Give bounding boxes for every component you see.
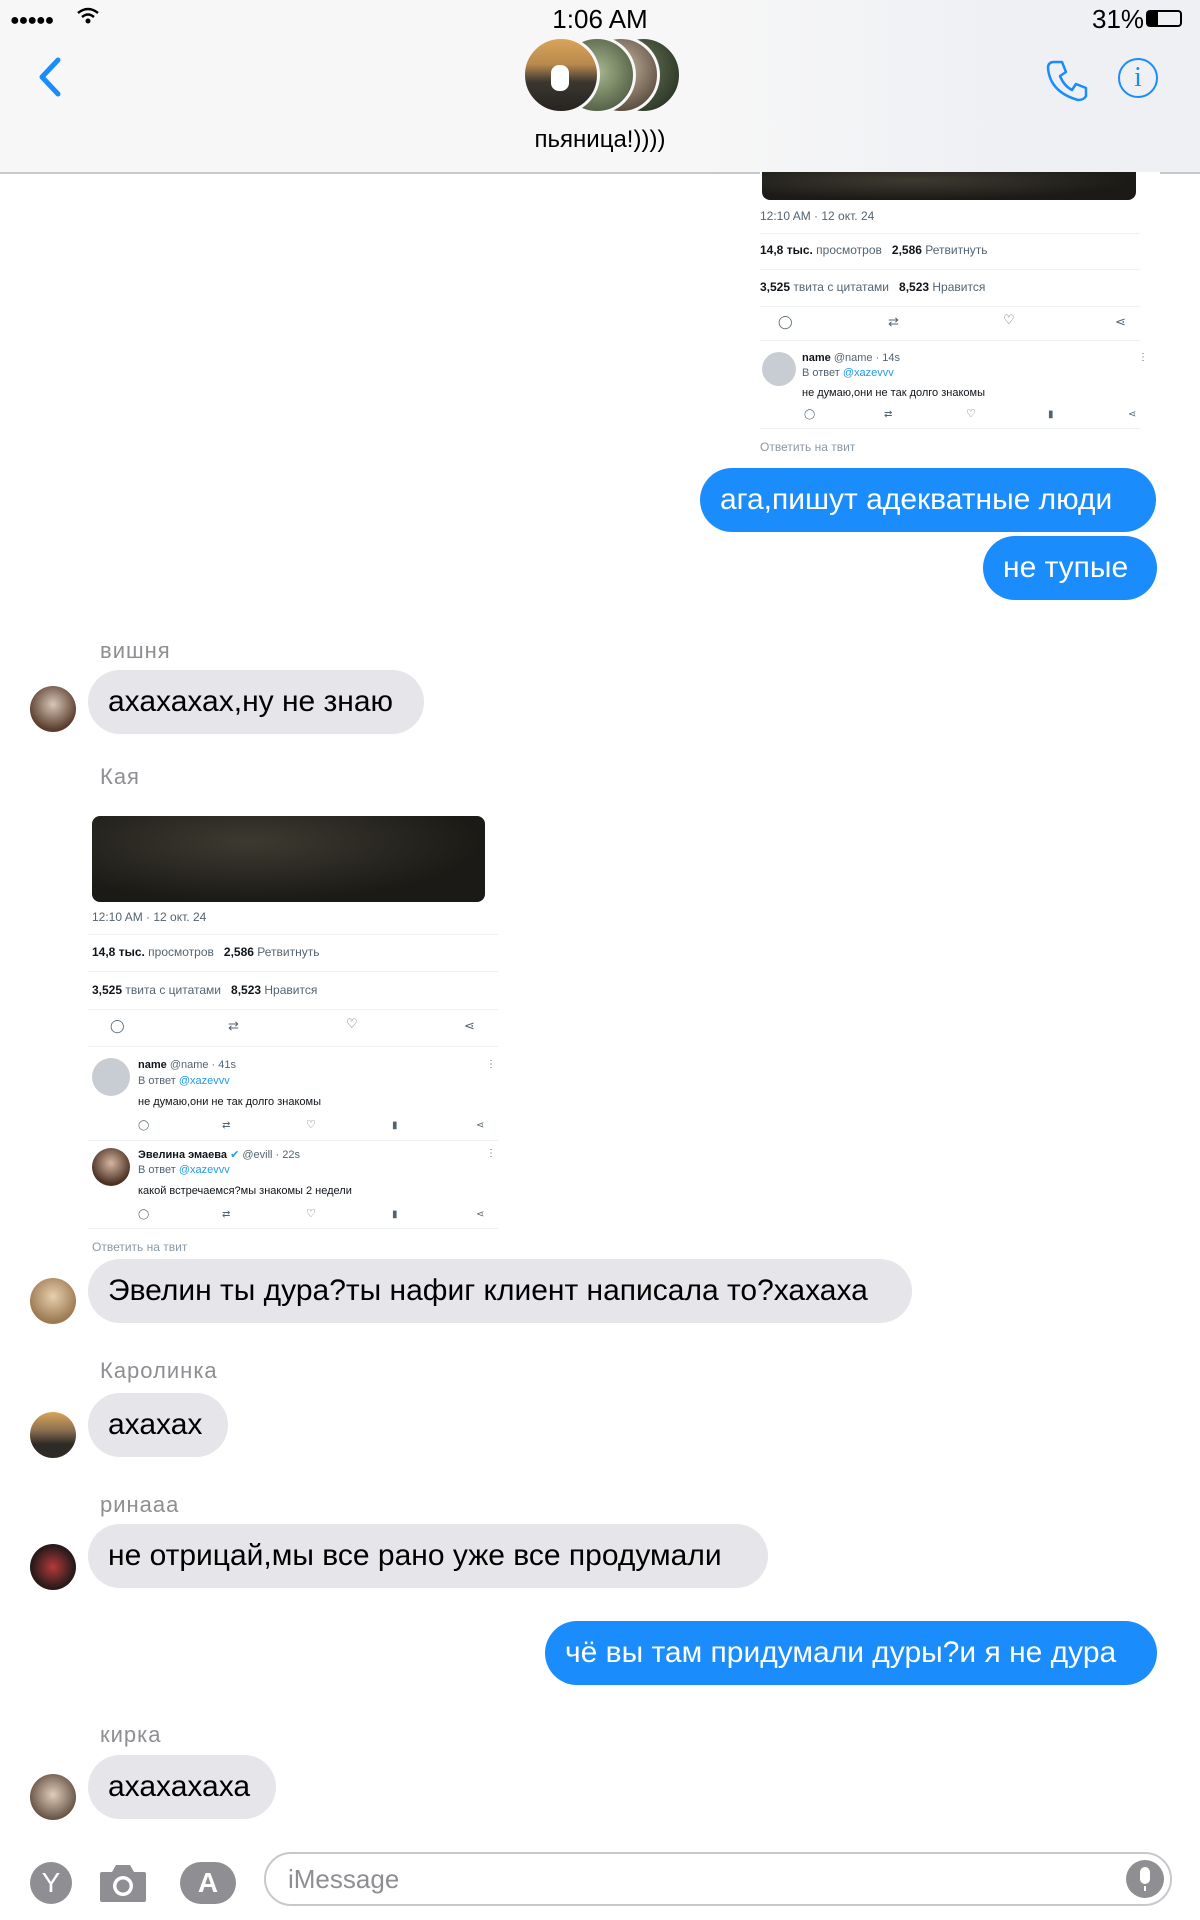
reply-header: name @name · 14s — [802, 352, 901, 364]
sender-avatar[interactable] — [30, 686, 76, 732]
views-icon: ▮ — [1048, 409, 1054, 420]
like-icon: ♡ — [306, 1119, 316, 1131]
share-icon: ⋖ — [1115, 314, 1126, 329]
camera-icon[interactable] — [98, 1862, 148, 1904]
microphone-icon[interactable] — [1126, 1860, 1164, 1898]
like-icon: ♡ — [346, 1016, 358, 1031]
tweet-image — [92, 816, 485, 902]
divider — [760, 340, 1140, 341]
like-icon: ♡ — [1003, 312, 1015, 327]
message-input-placeholder: iMessage — [288, 1864, 400, 1894]
divider — [88, 1046, 498, 1047]
avatar — [92, 1058, 130, 1096]
more-icon: ⋮ — [486, 1059, 496, 1070]
reply-prompt: Ответить на твит — [92, 1240, 188, 1254]
share-icon: ⋖ — [464, 1018, 475, 1033]
tweet-date: 12:10 AM · 12 окт. 24 — [92, 910, 207, 924]
tweet-image — [762, 172, 1136, 200]
sender-name: кирка — [100, 1722, 162, 1747]
group-name[interactable]: пьяница!)))) — [0, 126, 1200, 154]
outgoing-message[interactable]: чё вы там придумали дуры?и я не дура — [545, 1621, 1157, 1685]
divider — [88, 1009, 498, 1010]
tweet-screenshot[interactable]: 12:10 AM · 12 окт. 24 14,8 тыс. просмотр… — [88, 814, 508, 1256]
incoming-message[interactable]: ахахахах,ну не знаю — [88, 670, 424, 734]
sender-avatar[interactable] — [30, 1544, 76, 1590]
sender-name: Кая — [100, 764, 140, 789]
divider — [88, 934, 498, 935]
retweet-icon: ⇄ — [228, 1018, 239, 1033]
sender-avatar[interactable] — [30, 1412, 76, 1458]
tweet-date: 12:10 AM · 12 окт. 24 — [760, 209, 875, 223]
sender-name: вишня — [100, 638, 171, 663]
status-time: 1:06 AM — [552, 4, 648, 34]
reply-header: Эвелина эмаева ✔ @evill · 22s — [138, 1149, 301, 1161]
divider — [760, 233, 1140, 234]
tweet-stats-views: 14,8 тыс. просмотров 2,586 Ретвитнуть — [760, 243, 988, 257]
yandex-app-icon[interactable]: Y — [30, 1862, 72, 1904]
tweet-stats-likes: 3,525 твита с цитатами 8,523 Нравится — [760, 280, 986, 294]
reply-text: не думаю,они не так долго знакомы — [138, 1096, 321, 1108]
verified-badge-icon: ✔ — [230, 1149, 240, 1161]
incoming-message[interactable]: Эвелин ты дура?ты нафиг клиент написала … — [88, 1259, 912, 1323]
tweet-screenshot[interactable]: 12:10 AM · 12 окт. 24 14,8 тыс. просмотр… — [760, 172, 1160, 462]
retweet-icon: ⇄ — [888, 314, 899, 329]
reply-header: name @name · 41s — [138, 1059, 237, 1071]
divider — [760, 428, 1140, 429]
retweet-icon: ⇄ — [884, 409, 893, 420]
divider — [88, 1228, 498, 1229]
sender-avatar[interactable] — [30, 1774, 76, 1820]
like-icon: ♡ — [306, 1208, 316, 1220]
battery-percent: 31% — [1092, 4, 1145, 34]
battery-icon — [1146, 10, 1182, 27]
phone-icon[interactable] — [1046, 58, 1090, 102]
incoming-message[interactable]: ахахахаха — [88, 1755, 276, 1819]
reply-to: В ответ @xazevvv — [138, 1075, 230, 1087]
retweet-icon: ⇄ — [222, 1209, 231, 1220]
reply-icon: ◯ — [110, 1018, 125, 1033]
more-icon: ⋮ — [486, 1148, 496, 1159]
reply-prompt: Ответить на твит — [760, 440, 856, 454]
reply-to: В ответ @xazevvv — [802, 367, 894, 379]
divider — [88, 1140, 498, 1141]
divider — [760, 269, 1140, 270]
share-icon: ⋖ — [1128, 409, 1137, 420]
reply-icon: ◯ — [138, 1120, 150, 1131]
sender-name: Каролинка — [100, 1358, 218, 1383]
divider — [760, 306, 1140, 307]
sender-name: ринааа — [100, 1492, 180, 1517]
share-icon: ⋖ — [476, 1120, 485, 1131]
retweet-icon: ⇄ — [222, 1120, 231, 1131]
divider — [88, 971, 498, 972]
outgoing-message[interactable]: не тупые — [983, 536, 1157, 600]
reply-icon: ◯ — [804, 409, 816, 420]
app-store-icon[interactable]: A — [180, 1862, 236, 1904]
reply-text: не думаю,они не так долго знакомы — [802, 387, 985, 399]
avatar — [762, 352, 796, 386]
reply-to: В ответ @xazevvv — [138, 1164, 230, 1176]
share-icon: ⋖ — [476, 1209, 485, 1220]
reply-text: какой встречаемся?мы знакомы 2 недели — [138, 1185, 352, 1197]
avatar — [92, 1148, 130, 1186]
outgoing-message[interactable]: ага,пишут адекватные люди — [700, 468, 1156, 532]
views-icon: ▮ — [392, 1209, 398, 1220]
avatar — [522, 36, 600, 114]
info-icon[interactable]: i — [1118, 58, 1158, 98]
incoming-message[interactable]: не отрицай,мы все рано уже все продумали — [88, 1524, 768, 1588]
reply-icon: ◯ — [138, 1209, 150, 1220]
reply-icon: ◯ — [778, 314, 793, 329]
more-icon: ⋮ — [1138, 352, 1148, 363]
tweet-stats-likes: 3,525 твита с цитатами 8,523 Нравится — [92, 983, 318, 997]
incoming-message[interactable]: ахахах — [88, 1393, 228, 1457]
tweet-stats-views: 14,8 тыс. просмотров 2,586 Ретвитнуть — [92, 945, 320, 959]
views-icon: ▮ — [392, 1120, 398, 1131]
like-icon: ♡ — [966, 408, 976, 420]
group-avatar-stack[interactable] — [522, 36, 682, 116]
back-chevron-icon[interactable] — [34, 56, 64, 98]
message-input[interactable]: iMessage — [264, 1852, 1172, 1906]
sender-avatar[interactable] — [30, 1278, 76, 1324]
